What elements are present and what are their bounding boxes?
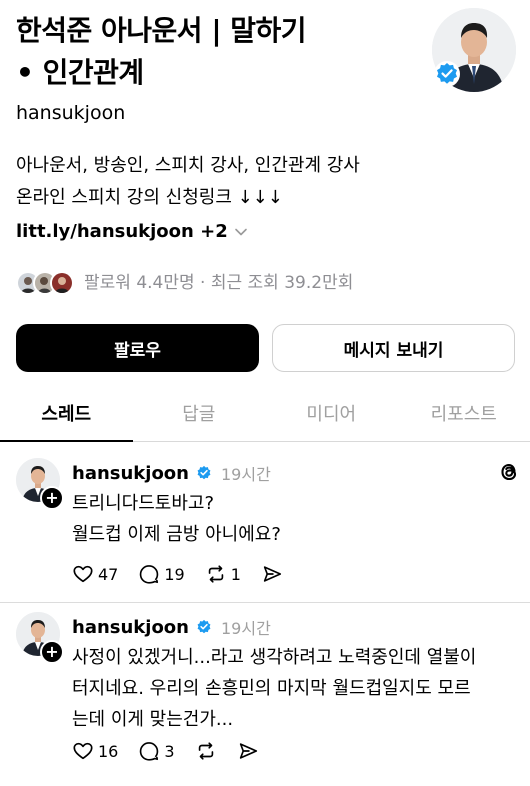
profile-name-line2: • 인간관계 [16,56,144,89]
follower-avatar [50,271,74,295]
threads-logo-icon [501,463,517,481]
comment-count: 3 [164,741,175,761]
post-handle[interactable]: hansukjoon [72,463,189,484]
tab-threads[interactable]: 스레드 [0,384,133,442]
post-time: 19시간 [221,619,271,638]
heart-icon [73,742,93,760]
profile-tabs: 스레드 답글 미디어 리포스트 [0,384,530,442]
post-actions: 16 3 [72,740,259,762]
post-text-line: 트리니다드토바고? [72,493,215,514]
follow-button[interactable]: 팔로우 [16,324,259,372]
post-avatar[interactable]: + [16,458,68,510]
repost-count: 1 [230,564,241,584]
like-count: 47 [98,564,119,584]
tab-reposts[interactable]: 리포스트 [398,384,530,441]
bio-line: 온라인 스피치 강의 신청링크 ↓↓↓ [16,187,283,208]
post-text-line: 사정이 있겠거니...라고 생각하려고 노력중인데 열불이 [72,647,477,668]
post-header: hansukjoon 19시간 [72,612,271,642]
comment-icon [140,742,159,761]
post-handle[interactable]: hansukjoon [72,617,189,638]
profile-link[interactable]: litt.ly/hansukjoon +2 [16,216,248,248]
comment-count: 19 [164,564,185,584]
share-icon [239,743,257,759]
like-button[interactable]: 16 [72,740,118,762]
chevron-down-icon[interactable] [234,225,248,239]
profile-handle: hansukjoon [16,102,126,124]
post-divider [0,602,530,603]
follower-avatars[interactable] [16,270,74,296]
post-header: hansukjoon 19시간 [72,458,271,488]
like-button[interactable]: 47 [72,563,118,585]
tab-media[interactable]: 미디어 [265,384,398,441]
post-text-line: 터지네요. 우리의 손흥민의 마지막 월드컵일지도 모르 [72,678,471,699]
profile-link-text[interactable]: litt.ly/hansukjoon +2 [16,216,228,248]
post-text-line: 는데 이게 맞는건가... [72,709,234,730]
comment-button[interactable]: 3 [138,740,175,762]
followers-stats[interactable]: 팔로워 4.4만명 · 최근 조회 39.2만회 [84,268,353,298]
tab-replies[interactable]: 답글 [133,384,266,441]
bio-line: 아나운서, 방송인, 스피치 강사, 인간관계 강사 [16,155,360,176]
comment-button[interactable]: 19 [138,563,185,585]
share-icon [263,566,281,582]
plus-icon[interactable]: + [40,486,64,510]
followers-row[interactable]: 팔로워 4.4만명 · 최근 조회 39.2만회 [16,268,353,298]
verified-icon [197,465,211,480]
plus-icon[interactable]: + [40,640,64,664]
share-button[interactable] [261,563,283,585]
post-avatar[interactable]: + [16,612,68,664]
repost-button[interactable] [195,740,217,762]
share-button[interactable] [237,740,259,762]
post-text: 트리니다드토바고? 월드컵 이제 금방 아니에요? [72,488,522,550]
profile-name-line1: 한석준 아나운서 | 말하기 [16,14,307,47]
repost-icon [208,565,223,583]
verified-icon [434,61,460,87]
heart-icon [73,565,93,583]
post-text: 사정이 있겠거니...라고 생각하려고 노력중인데 열불이 터지네요. 우리의 … [72,642,522,735]
post-time: 19시간 [221,465,271,484]
profile-name: 한석준 아나운서 | 말하기 • 인간관계 [16,10,416,94]
profile-bio: 아나운서, 방송인, 스피치 강사, 인간관계 강사 온라인 스피치 강의 신청… [16,150,360,214]
verified-icon [197,619,211,634]
comment-icon [140,565,159,584]
post-text-line: 월드컵 이제 금방 아니에요? [72,524,281,545]
post-actions: 47 19 1 [72,563,283,585]
repost-icon [198,742,213,760]
repost-button[interactable]: 1 [205,563,241,585]
message-button[interactable]: 메시지 보내기 [272,324,515,372]
like-count: 16 [98,741,119,761]
